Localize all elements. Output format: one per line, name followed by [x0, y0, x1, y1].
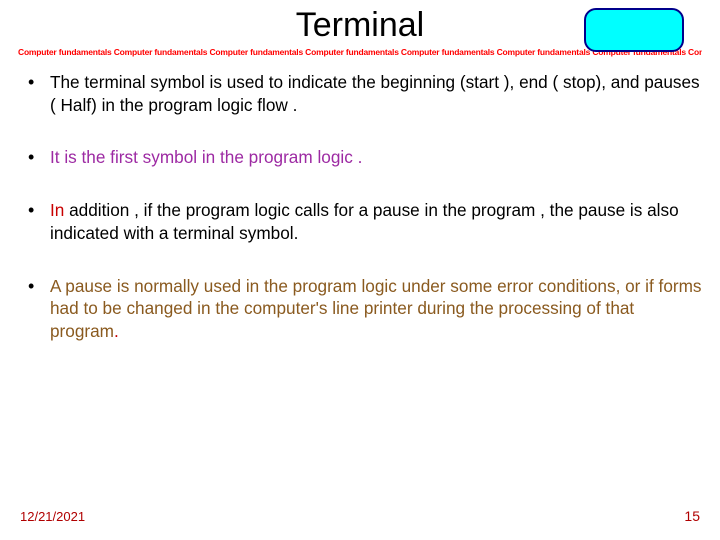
terminal-symbol-shape	[584, 8, 684, 52]
slide: Terminal Computer fundamentals Computer …	[0, 0, 720, 540]
trailing-period: .	[114, 321, 119, 341]
footer-date: 12/21/2021	[20, 509, 85, 524]
bullet-item: A pause is normally used in the program …	[24, 275, 702, 343]
bullet-text: A pause is normally used in the program …	[50, 276, 702, 341]
bullet-item: The terminal symbol is used to indicate …	[24, 71, 702, 116]
bullet-text: addition , if the program logic calls fo…	[50, 200, 679, 243]
bullet-text: It is the first symbol in the program lo…	[50, 147, 362, 167]
emphasis-word: In	[50, 200, 64, 220]
footer-page-number: 15	[684, 508, 700, 524]
bullet-item: In addition , if the program logic calls…	[24, 199, 702, 244]
bullet-list: The terminal symbol is used to indicate …	[18, 71, 702, 343]
bullet-item: It is the first symbol in the program lo…	[24, 146, 702, 169]
bullet-text: The terminal symbol is used to indicate …	[50, 72, 700, 115]
